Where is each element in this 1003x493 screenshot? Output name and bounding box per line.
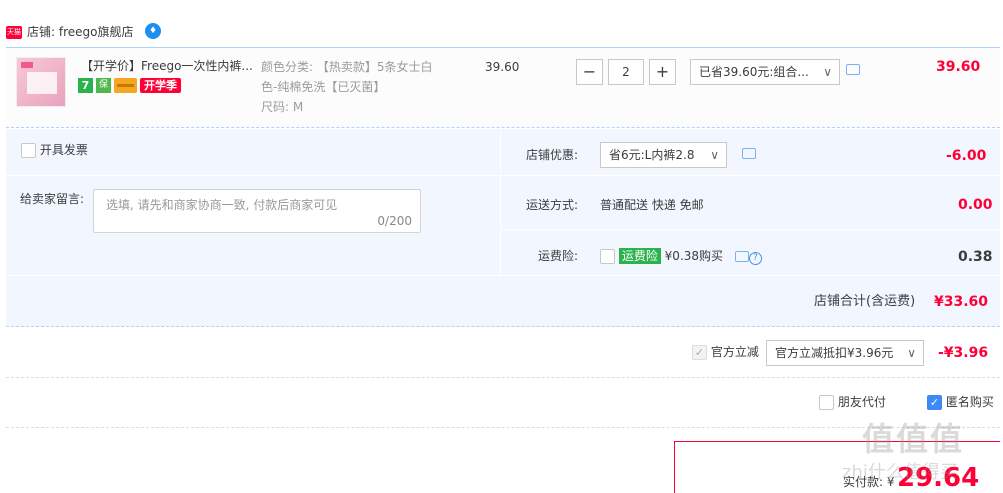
shop-subtotal-value: ¥33.60	[934, 294, 989, 310]
shop-header: 天猫 店铺: freego旗舰店 ♦	[0, 20, 1003, 44]
seller-memo-input[interactable]: 选填, 请先和商家协商一致, 付款后商家可见 0/200	[93, 189, 421, 233]
decrease-quantity-button[interactable]: −	[576, 59, 603, 85]
anonymous-option[interactable]: ✓ 匿名购买	[927, 394, 994, 410]
coupon-label: 店铺优惠:	[525, 148, 578, 162]
order-options: 开具发票 给卖家留言: 选填, 请先和商家协商一致, 付款后商家可见 0/200…	[6, 129, 1000, 327]
product-title-link[interactable]: 【开学价】Freego一次性内裤...	[81, 57, 256, 75]
service-badges: 7 保 开学季	[78, 78, 184, 94]
coupon-amount: -6.00	[946, 148, 987, 164]
friend-pay-checkbox[interactable]	[819, 395, 834, 410]
watermark-text: zhi什么值得买	[842, 462, 958, 483]
item-promo-select[interactable]: 已省39.60元:组合... ∨	[690, 59, 840, 85]
insurance-checkbox[interactable]	[600, 249, 615, 264]
guarantee-shield-icon[interactable]: 保	[96, 78, 111, 93]
shop-coupon-select[interactable]: 省6元:L内裤2.8 ∨	[600, 142, 727, 168]
official-discount-value: 官方立减抵扣¥3.96元	[775, 346, 894, 360]
item-subtotal: 39.60	[936, 59, 981, 75]
official-discount-checkbox[interactable]: ✓	[692, 345, 707, 360]
coupon-chat-icon[interactable]	[742, 148, 756, 162]
cart-item-row: 【开学价】Freego一次性内裤... 7 保 开学季 颜色分类: 【热卖款】5条女…	[6, 47, 1000, 128]
insurance-label: 运费险:	[537, 249, 578, 263]
promo-chat-icon[interactable]	[846, 64, 860, 78]
official-discount-option[interactable]: ✓ 官方立减	[692, 344, 759, 360]
seven-day-return-icon[interactable]: 7	[78, 78, 93, 93]
help-icon[interactable]: ?	[748, 252, 762, 265]
divider	[6, 175, 1000, 176]
credit-card-icon[interactable]	[114, 78, 137, 93]
divider	[6, 275, 1000, 276]
purchase-options-row: 朋友代付 ✓ 匿名购买	[6, 380, 1000, 428]
official-discount-amount: -¥3.96	[938, 345, 989, 361]
increase-quantity-button[interactable]: +	[649, 59, 676, 85]
official-discount-label: 官方立减	[710, 345, 759, 359]
shipping-amount: 0.00	[958, 197, 993, 213]
friend-pay-label: 朋友代付	[837, 395, 886, 409]
memo-placeholder: 选填, 请先和商家协商一致, 付款后商家可见	[106, 198, 338, 212]
anonymous-label: 匿名购买	[945, 395, 994, 409]
insurance-option[interactable]: 运费险 ¥0.38购买 ?	[600, 247, 762, 265]
sku-size: 尺码: M	[261, 100, 304, 114]
coupon-value: 省6元:L内裤2.8	[609, 148, 695, 162]
quantity-input[interactable]: 2	[608, 59, 644, 85]
friend-pay-option[interactable]: 朋友代付	[819, 394, 886, 410]
chevron-down-icon: ∨	[823, 65, 832, 79]
insurance-chat-icon[interactable]	[734, 251, 749, 262]
watermark-logo: 值值值	[862, 420, 965, 458]
tmall-logo-icon: 天猫	[6, 26, 22, 39]
memo-char-count: 0/200	[377, 214, 412, 228]
insurance-price: ¥0.38购买	[664, 249, 724, 263]
invoice-option[interactable]: 开具发票	[21, 142, 88, 158]
divider	[500, 229, 1000, 230]
sku-color-cont: 色-纯棉免洗【已灭菌】	[261, 80, 386, 94]
unit-price: 39.60	[485, 60, 520, 74]
anonymous-checkbox[interactable]: ✓	[927, 395, 942, 410]
chevron-down-icon: ∨	[710, 148, 719, 162]
sku-info: 颜色分类: 【热卖款】5条女士白 色-纯棉免洗【已灭菌】 尺码: M	[261, 57, 451, 117]
invoice-label: 开具发票	[39, 143, 88, 157]
shop-subtotal-label: 店铺合计(含运费)	[814, 294, 916, 309]
divider	[500, 129, 501, 275]
official-discount-row: ✓ 官方立减 官方立减抵扣¥3.96元 ∨ -¥3.96	[6, 330, 1000, 378]
product-thumbnail[interactable]	[16, 57, 66, 107]
memo-label: 给卖家留言:	[20, 192, 85, 206]
shipping-label: 运送方式:	[525, 198, 578, 212]
wangwang-chat-icon[interactable]: ♦	[145, 23, 161, 39]
insurance-tag: 运费险	[618, 248, 661, 264]
chevron-down-icon: ∨	[907, 346, 916, 360]
invoice-checkbox[interactable]	[21, 143, 36, 158]
official-discount-select[interactable]: 官方立减抵扣¥3.96元 ∨	[766, 340, 924, 366]
item-promo-value: 已省39.60元:组合...	[699, 65, 809, 79]
sku-color: 颜色分类: 【热卖款】5条女士白	[261, 60, 433, 74]
shipping-method: 普通配送 快递 免邮	[600, 198, 704, 212]
school-season-badge: 开学季	[140, 78, 181, 93]
shop-name-link[interactable]: 店铺: freego旗舰店	[27, 23, 133, 41]
insurance-amount: 0.38	[958, 249, 993, 265]
